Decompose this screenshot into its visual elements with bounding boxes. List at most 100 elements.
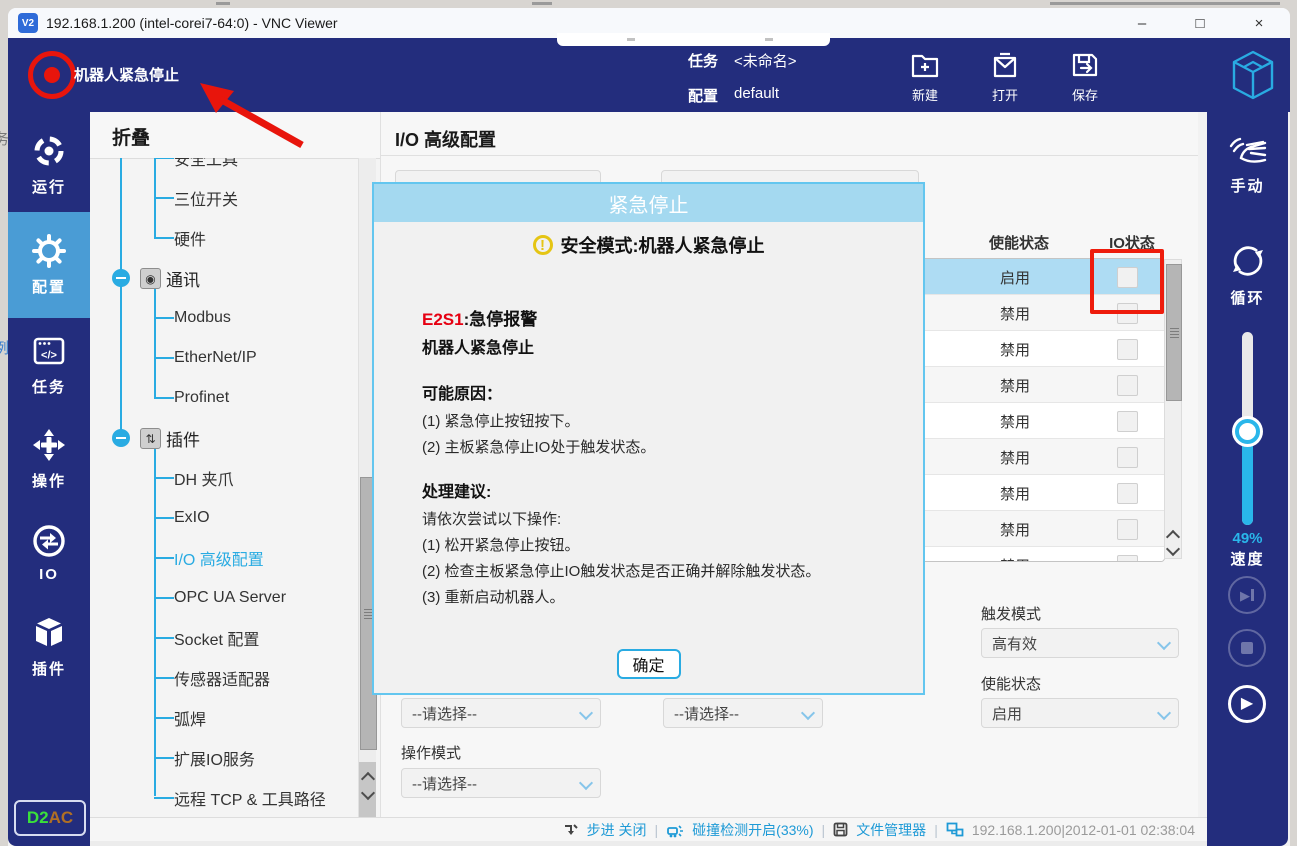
scroll-up-icon[interactable] [360,772,374,786]
enable-state-select[interactable]: 启用 [981,698,1179,728]
tree-item[interactable]: 安全工具 [90,158,358,178]
sidebar-nav: </> 运行 </> [8,118,90,694]
scroll-down-icon[interactable] [1166,542,1180,556]
io-state-checkbox[interactable] [1117,519,1138,540]
sidebar-item[interactable]: </> 任务 [8,318,90,412]
safety-mode-text: 安全模式:机器人紧急停止 [561,232,765,258]
cycle-icon [1225,240,1271,282]
trigger-mode-select[interactable]: 高有效 [981,628,1179,658]
tree-item[interactable]: EtherNet/IP [90,338,358,378]
sidebar-item[interactable]: </> IO [8,506,90,600]
io-state-checkbox[interactable] [1117,411,1138,432]
file-manager-link[interactable]: 文件管理器 [856,820,926,840]
save-button[interactable]: 保存 [1055,48,1115,104]
vnc-window: V2 192.168.1.200 (intel-corei7-64:0) - V… [8,8,1290,846]
step-forward-button[interactable]: ▶ [1228,576,1266,614]
play-button[interactable]: ▶ [1228,685,1266,723]
tree-item[interactable]: 传感器适配器 [90,658,358,698]
io-state-checkbox[interactable] [1117,483,1138,504]
collision-detection-status[interactable]: 碰撞检测开启(33%) [692,820,813,840]
column-header-enable: 使能状态 [984,232,1054,253]
d2ac-button[interactable]: D2AC [14,800,86,836]
table-scrollbar-thumb[interactable] [1166,264,1182,401]
stop-button[interactable] [1228,629,1266,667]
enable-state-cell: 禁用 [985,483,1045,504]
tree-item[interactable]: I/O 高级配置 [90,538,358,578]
chevron-down-icon [1157,706,1171,720]
status-bar: 步进 关闭 | 碰撞检测开启(33%) | 文件管理器 | 192.168.1.… [90,817,1207,841]
window-bottom-edge [90,841,1207,846]
tree-item[interactable]: 硬件 [90,218,358,258]
tree-item[interactable]: 插件 [90,418,358,458]
io-state-checkbox[interactable] [1117,339,1138,360]
new-file-icon [908,48,942,82]
left-sidebar: </> 运行 </> [8,112,90,846]
table-scrollbar-buttons[interactable] [1165,532,1181,556]
sidebar-item-icon: </> [31,523,67,559]
backdrop-mark [532,2,552,5]
tree-item[interactable]: 弧焊 [90,698,358,738]
io-state-checkbox[interactable] [1117,447,1138,468]
maximize-button[interactable]: □ [1177,8,1223,38]
connection-address-datetime: 192.168.1.200|2012-01-01 02:38:04 [972,822,1195,838]
warning-icon: ! [533,235,553,255]
tree-item[interactable]: DH 夹爪 [90,458,358,498]
open-button[interactable]: 打开 [975,48,1035,104]
tree-item[interactable]: 远程 TCP & 工具路径 [90,778,358,817]
config-tree-panel: 折叠 安全工具 三位开关 [90,112,381,817]
collapse-minus-icon[interactable] [112,269,130,287]
op-mode-select[interactable]: --请选择-- [401,768,601,798]
collision-detection-icon [666,822,684,838]
vnc-toolbar-strip[interactable] [557,33,830,46]
speed-slider[interactable] [1242,332,1253,525]
dialog-body: E2S1:急停报警 机器人紧急停止 可能原因： (1) 紧急停止按钮按下。 (2… [422,306,893,611]
ok-button[interactable]: 确定 [616,649,680,679]
tree-scrollbar-buttons[interactable] [359,762,376,817]
cause-item: (2) 主板紧急停止IO处于触发状态。 [422,435,893,461]
enable-state-cell: 禁用 [985,375,1045,396]
io-select-1[interactable]: --请选择-- [401,698,601,728]
io-state-checkbox[interactable] [1117,375,1138,396]
close-button[interactable]: × [1236,8,1282,38]
annotation-arrow-icon [190,75,320,155]
chevron-down-icon [579,776,593,790]
emergency-stop-icon [28,51,76,99]
sidebar-item[interactable]: </> 操作 [8,412,90,506]
tree-item[interactable]: 扩展IO服务 [90,738,358,778]
collapse-all-button[interactable]: 折叠 [112,123,150,150]
minimize-button[interactable]: – [1119,8,1165,38]
table-scrollbar[interactable] [1164,259,1182,559]
tree-item[interactable]: 通讯 [90,258,358,298]
backdrop-mark [216,2,230,5]
scroll-down-icon[interactable] [360,786,374,800]
sidebar-item-icon: </> [31,233,67,269]
tree-item[interactable]: 三位开关 [90,178,358,218]
enable-state-cell: 禁用 [985,303,1045,324]
tree-node-icon [140,268,161,289]
tree-item[interactable]: Modbus [90,298,358,338]
collapse-minus-icon[interactable] [112,429,130,447]
tree-item[interactable]: OPC UA Server [90,578,358,618]
speed-slider-thumb[interactable] [1235,419,1260,444]
chevron-down-icon [1157,636,1171,650]
tree-item[interactable]: Profinet [90,378,358,418]
io-select-2[interactable]: --请选择-- [663,698,823,728]
sidebar-item[interactable]: </> 插件 [8,600,90,694]
config-value: default [734,85,779,102]
sidebar-item[interactable]: </> 运行 [8,118,90,212]
enable-state-cell: 禁用 [985,339,1045,360]
tree-item[interactable]: Socket 配置 [90,618,358,658]
cycle-mode-button[interactable]: 循环 [1207,240,1288,308]
step-mode-status[interactable]: 步进 关闭 [587,820,647,840]
backdrop-mark [1050,2,1280,5]
save-icon [1068,48,1102,82]
brand-logo-icon [1230,50,1276,100]
page-title: I/O 高级配置 [395,126,496,152]
new-button[interactable]: 新建 [895,48,955,104]
error-title: E2S1:急停报警 [422,306,893,335]
manual-mode-button[interactable]: 手动 [1207,132,1288,196]
io-state-checkbox[interactable] [1117,555,1138,562]
sidebar-item[interactable]: </> 配置 [8,212,90,318]
network-icon [946,822,964,837]
tree-item[interactable]: ExIO [90,498,358,538]
